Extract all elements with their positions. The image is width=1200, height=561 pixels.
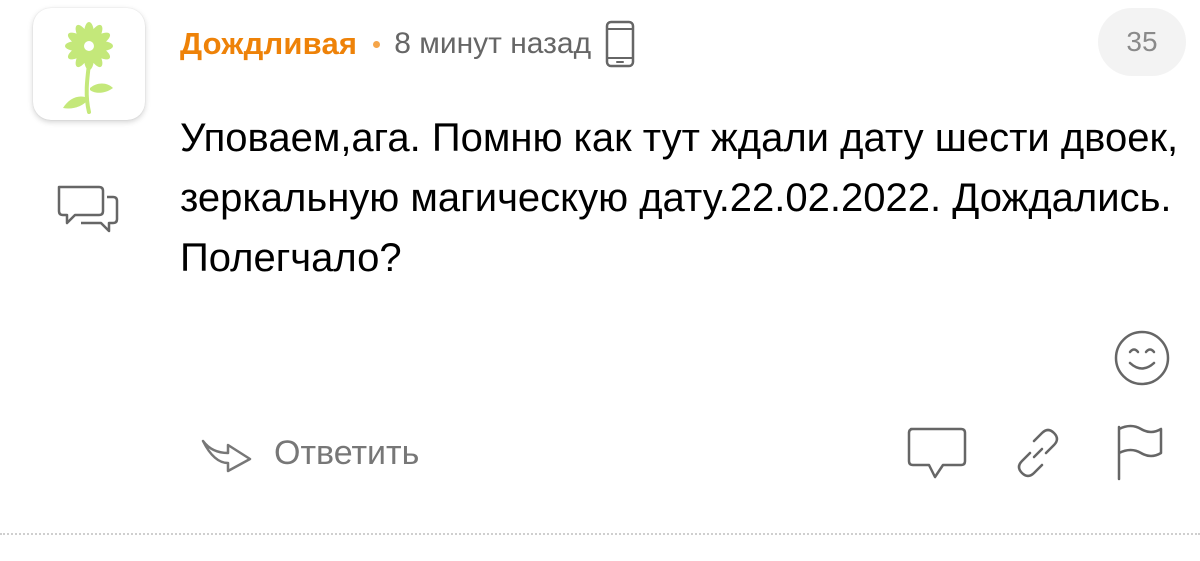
speech-bubbles-icon[interactable] <box>55 183 121 235</box>
author-name[interactable]: Дождливая <box>180 26 357 62</box>
comment-icon[interactable] <box>905 425 969 483</box>
avatar[interactable] <box>33 8 145 120</box>
flag-icon[interactable] <box>1115 423 1165 483</box>
reply-label: Ответить <box>274 433 420 472</box>
reply-arrow-icon <box>201 439 252 473</box>
comment-text: Уповаем,ага. Помню как тут ждали дату ше… <box>180 116 1179 280</box>
comment-header: Дождливая 8 минут назад <box>180 20 635 68</box>
smartphone-icon <box>605 20 635 68</box>
smile-icon[interactable] <box>1112 328 1172 388</box>
reply-button[interactable]: Ответить <box>200 428 419 478</box>
comment-time: 8 минут назад <box>394 27 592 60</box>
comment-divider <box>0 533 1200 535</box>
link-icon[interactable] <box>1012 427 1064 479</box>
flower-avatar-image <box>63 22 113 114</box>
comment-count-badge[interactable]: 35 <box>1098 8 1186 76</box>
separator-dot <box>373 40 381 48</box>
